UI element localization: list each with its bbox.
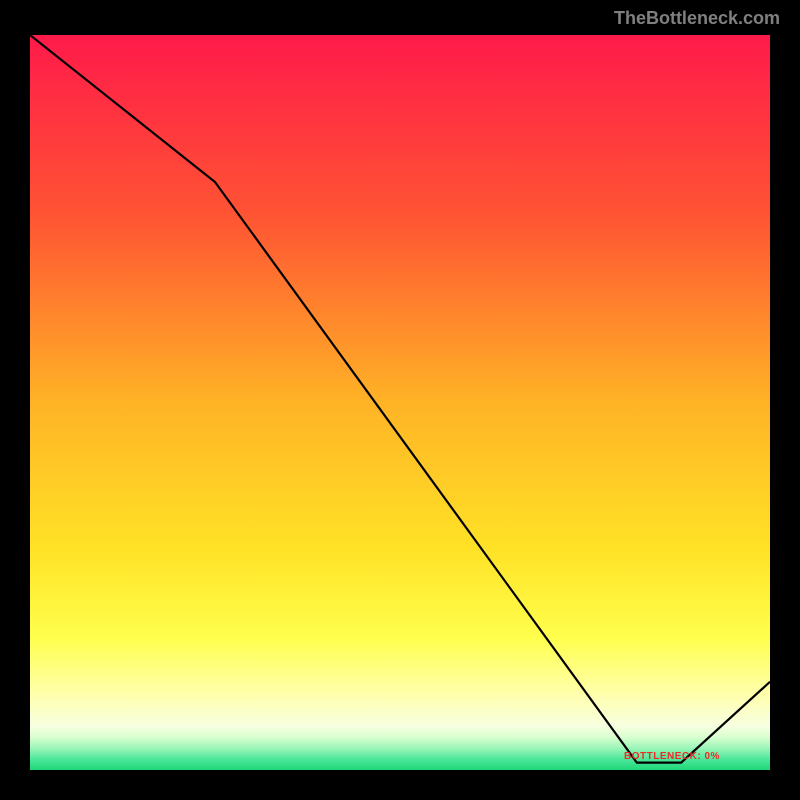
chart-plot-area: BOTTLENECK: 0% (30, 35, 770, 770)
watermark-text: TheBottleneck.com (614, 8, 780, 29)
bottleneck-zero-label: BOTTLENECK: 0% (624, 751, 720, 762)
chart-line-layer (30, 35, 770, 770)
bottleneck-curve (30, 35, 770, 763)
